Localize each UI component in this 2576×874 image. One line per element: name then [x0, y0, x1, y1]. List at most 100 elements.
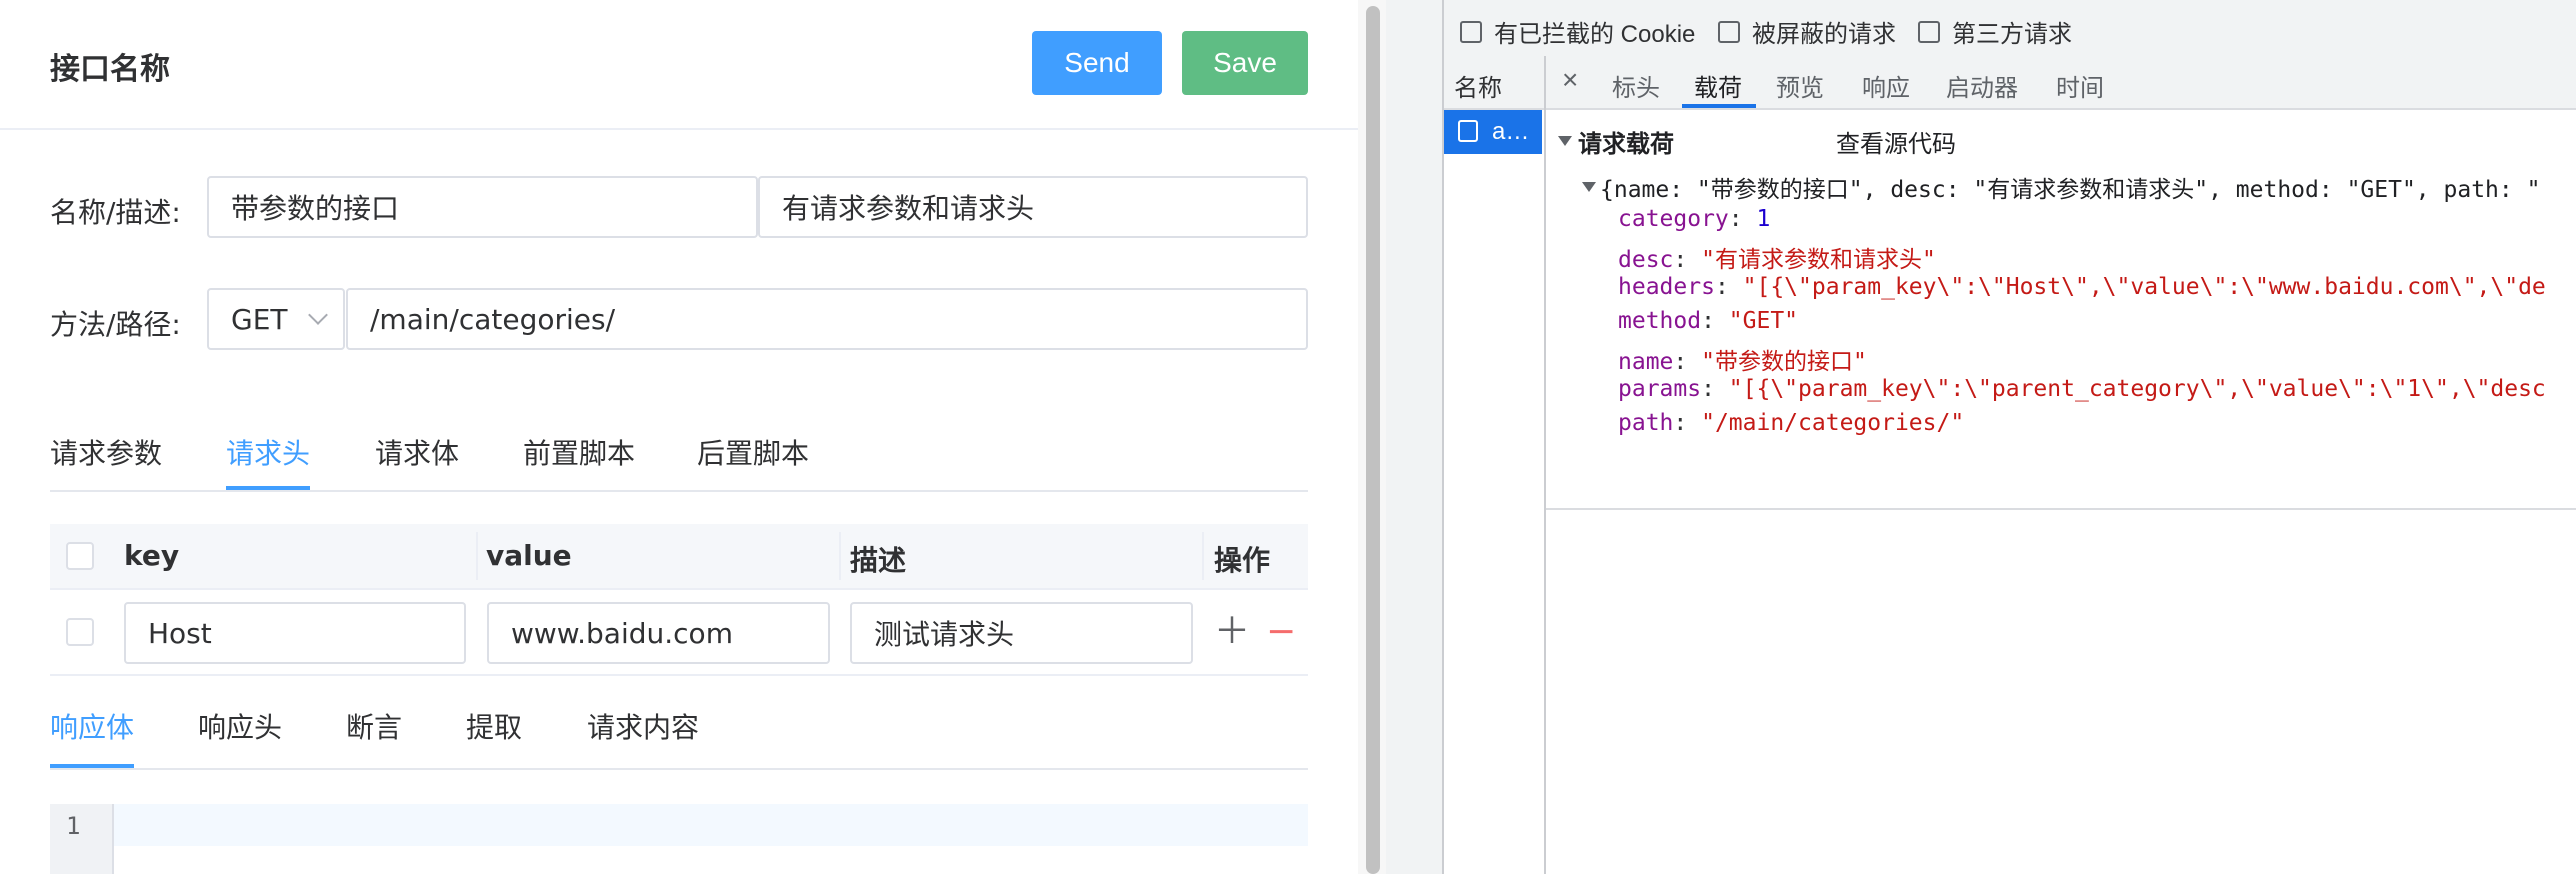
key-separator: :: [1701, 376, 1729, 402]
method-select[interactable]: GET: [207, 288, 345, 350]
tab-request-body[interactable]: 请求体: [375, 432, 459, 472]
payload-field-row: method: "GET": [1618, 308, 1798, 334]
path-input[interactable]: /main/categories/: [346, 288, 1308, 350]
header-value-input[interactable]: www.baidu.com: [487, 602, 830, 664]
payload-field-value: 1: [1756, 206, 1771, 232]
payload-field-value: "[{\"param_key\":\"Host\",\"value\":\"ww…: [1742, 274, 2546, 300]
header-desc-input[interactable]: 测试请求头: [850, 602, 1193, 664]
scroll-thumb[interactable]: [1366, 6, 1380, 874]
filter-label: 被屏蔽的请求: [1752, 21, 1896, 48]
key-separator: :: [1673, 247, 1702, 273]
filter-label: 有已拦截的 Cookie: [1494, 21, 1696, 48]
tab-pre-script[interactable]: 前置脚本: [523, 432, 635, 472]
expand-triangle-icon[interactable]: [1582, 182, 1596, 192]
remove-row-icon[interactable]: −: [1266, 612, 1296, 652]
request-list: 名称 a…: [1444, 56, 1546, 874]
key-separator: :: [1673, 349, 1702, 375]
tab-response-body[interactable]: 响应体: [50, 706, 134, 746]
tab-initiator[interactable]: 启动器: [1946, 68, 2018, 103]
key-separator: :: [1728, 206, 1757, 232]
view-source-link[interactable]: 查看源代码: [1836, 124, 1956, 159]
column-divider: [1202, 532, 1204, 580]
method-path-label: 方法/路径:: [50, 308, 181, 341]
payload-field-row: headers: "[{\"param_key\":\"Host\",\"val…: [1618, 274, 2546, 300]
divider: [1546, 508, 2576, 510]
tab-timing[interactable]: 时间: [2056, 68, 2104, 103]
headers-table: key value 描述 操作 Host www.baidu.com 测试请求头…: [50, 524, 1308, 676]
method-value: GET: [231, 302, 288, 336]
detail-tabs: × 标头 载荷 预览 响应 启动器 时间: [1546, 56, 2576, 110]
column-divider: [839, 532, 841, 580]
payload-field-key: path: [1618, 410, 1674, 436]
description-input[interactable]: 有请求参数和请求头: [758, 176, 1308, 238]
tab-response[interactable]: 响应: [1862, 68, 1910, 103]
request-list-header: 名称: [1444, 56, 1544, 110]
send-button[interactable]: Send: [1032, 31, 1162, 95]
column-header-value: value: [486, 539, 572, 572]
request-row-selected[interactable]: a…: [1444, 110, 1542, 154]
request-name: a…: [1492, 118, 1530, 145]
payload-field-row: name: "带参数的接口": [1618, 342, 1867, 376]
panel-gap: [1386, 0, 1442, 874]
request-detail: × 标头 载荷 预览 响应 启动器 时间 请求载荷 查看源代码 {name: "…: [1546, 56, 2576, 874]
line-number: 1: [66, 812, 81, 840]
editor-header: 接口名称 Send Save: [0, 0, 1358, 130]
name-input[interactable]: 带参数的接口: [207, 176, 758, 238]
tab-preview[interactable]: 预览: [1776, 68, 1824, 103]
request-type-icon: [1458, 120, 1478, 142]
payload-field-row: path: "/main/categories/": [1618, 410, 1964, 436]
payload-field-row: desc: "有请求参数和请求头": [1618, 240, 1936, 274]
response-editor[interactable]: 1: [50, 804, 1308, 874]
payload-field-value: "[{\"param_key\":\"parent_category\",\"v…: [1728, 376, 2546, 402]
payload-field-key: method: [1618, 308, 1702, 334]
payload-field-value: "GET": [1728, 308, 1799, 334]
filter-bar: 有已拦截的 Cookie 被屏蔽的请求 第三方请求: [1444, 0, 2576, 58]
table-row: Host www.baidu.com 测试请求头 ＋ −: [50, 590, 1308, 676]
tab-assertions[interactable]: 断言: [346, 706, 402, 746]
active-tab-indicator: [50, 764, 134, 768]
tab-request-headers[interactable]: 请求头: [226, 432, 310, 472]
response-tabs: 响应体 响应头 断言 提取 请求内容: [50, 698, 1308, 770]
payload-field-value: "/main/categories/": [1701, 410, 1965, 436]
tab-request-params[interactable]: 请求参数: [50, 432, 162, 472]
close-icon[interactable]: ×: [1562, 64, 1578, 96]
column-header-key: key: [124, 539, 180, 572]
filter-blocked-cookies[interactable]: 有已拦截的 Cookie: [1460, 14, 1695, 49]
save-button[interactable]: Save: [1182, 31, 1308, 95]
payload-field-key: name: [1618, 349, 1674, 375]
active-line: [114, 804, 1308, 846]
payload-field-key: category: [1618, 206, 1729, 232]
select-all-checkbox[interactable]: [66, 542, 94, 570]
payload-field-key: desc: [1618, 247, 1674, 273]
expand-triangle-icon[interactable]: [1558, 136, 1572, 146]
name-column-header[interactable]: 名称: [1454, 68, 1502, 103]
chevron-down-icon: [308, 305, 328, 325]
active-tab-indicator: [226, 486, 310, 490]
filter-third-party[interactable]: 第三方请求: [1918, 14, 2072, 49]
tab-extract[interactable]: 提取: [466, 706, 522, 746]
vertical-scrollbar[interactable]: [1358, 0, 1386, 874]
checkbox[interactable]: [1460, 20, 1482, 43]
header-key-input[interactable]: Host: [124, 602, 466, 664]
tab-request-content[interactable]: 请求内容: [587, 706, 699, 746]
payload-section-title[interactable]: 请求载荷: [1578, 124, 1674, 159]
key-separator: :: [1673, 410, 1702, 436]
filter-label: 第三方请求: [1952, 21, 2072, 48]
tab-headers[interactable]: 标头: [1612, 68, 1660, 103]
api-editor-panel: 接口名称 Send Save 名称/描述: 带参数的接口 有请求参数和请求头 方…: [0, 0, 1358, 874]
row-checkbox[interactable]: [66, 618, 94, 646]
payload-field-key: headers: [1618, 274, 1715, 300]
checkbox[interactable]: [1918, 20, 1940, 43]
tab-response-headers[interactable]: 响应头: [198, 706, 282, 746]
payload-field-key: params: [1618, 376, 1702, 402]
line-gutter: 1: [50, 804, 114, 874]
add-row-icon[interactable]: ＋: [1214, 612, 1250, 652]
request-tabs: 请求参数 请求头 请求体 前置脚本 后置脚本: [50, 420, 1308, 492]
checkbox[interactable]: [1718, 20, 1740, 43]
tab-post-script[interactable]: 后置脚本: [697, 432, 809, 472]
column-header-description: 描述: [850, 544, 907, 577]
tab-payload[interactable]: 载荷: [1694, 68, 1742, 103]
key-separator: :: [1714, 274, 1743, 300]
filter-blocked-requests[interactable]: 被屏蔽的请求: [1718, 14, 1896, 49]
devtools-network-panel: 有已拦截的 Cookie 被屏蔽的请求 第三方请求 名称 a… × 标头 载荷 …: [1442, 0, 2576, 874]
